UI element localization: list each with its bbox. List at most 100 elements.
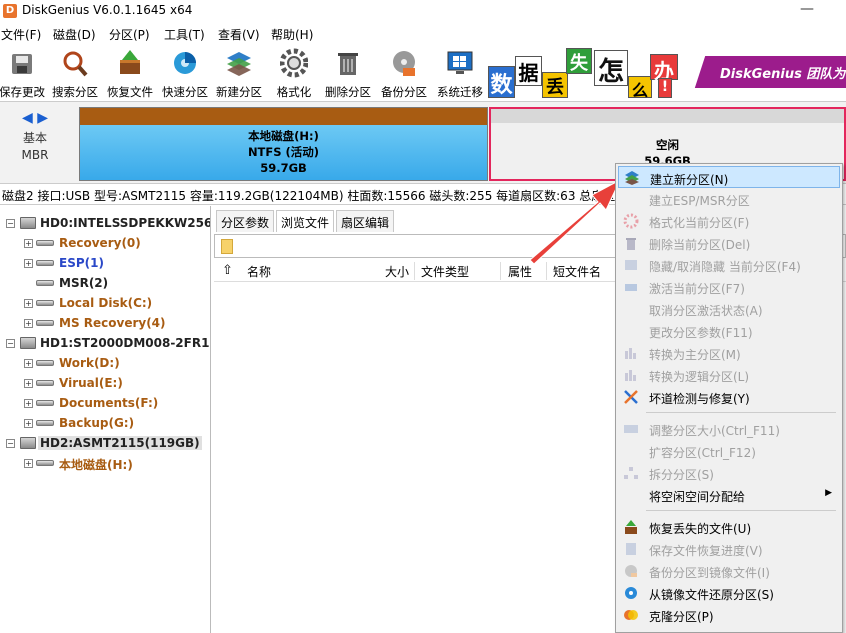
tab-sector-editor[interactable]: 扇区编辑	[336, 210, 395, 232]
menu-bad-sector-check[interactable]: 坏道检测与修复(Y)	[618, 386, 840, 408]
tab-partition-params[interactable]: 分区参数	[216, 210, 275, 232]
layers-icon	[227, 52, 251, 76]
new-partition-button[interactable]: 新建分区	[211, 48, 267, 100]
tree-item-recovery[interactable]: + Recovery(0)	[0, 234, 210, 254]
menu-extend-partition[interactable]: 扩容分区(Ctrl_F12)	[618, 440, 840, 462]
tree-item-documents-f[interactable]: + Documents(F:)	[0, 394, 210, 414]
recover-files-button[interactable]: 恢复文件	[102, 48, 158, 100]
banner-tile: 丢	[542, 72, 568, 98]
tree-item-local-disk-c[interactable]: + Local Disk(C:)	[0, 294, 210, 314]
resize-icon	[624, 425, 638, 433]
col-file-type[interactable]: 文件类型	[421, 263, 469, 280]
expand-toggle[interactable]: +	[24, 259, 33, 268]
menu-delete-partition[interactable]: 删除当前分区(Del)	[618, 232, 840, 254]
expand-toggle[interactable]: +	[24, 239, 33, 248]
app-logo-icon: D	[3, 4, 17, 18]
restore-icon	[625, 587, 637, 599]
tree-item-virual-e[interactable]: + Virual(E:)	[0, 374, 210, 394]
context-menu: 建立新分区(N) 建立ESP/MSR分区 格式化当前分区(F) 删除当前分区(D…	[615, 163, 843, 633]
tree-item-esp[interactable]: + ESP(1)	[0, 254, 210, 274]
title-bar: D DiskGenius V6.0.1.1645 x64 —	[0, 0, 846, 22]
hard-disk-icon	[20, 337, 36, 349]
up-arrow-icon[interactable]: ⇧	[222, 263, 233, 278]
col-attributes[interactable]: 属性	[508, 263, 532, 280]
search-partition-button[interactable]: 搜索分区	[47, 48, 103, 100]
menu-new-esp-msr[interactable]: 建立ESP/MSR分区	[618, 188, 840, 210]
tree-item-hd1[interactable]: − HD1:ST2000DM008-2FR102	[0, 334, 210, 354]
menu-tools[interactable]: 工具(T)	[164, 26, 205, 43]
menu-deactivate-partition[interactable]: 取消分区激活状态(A)	[618, 298, 840, 320]
banner-tile: !	[658, 78, 672, 98]
col-name[interactable]: 名称	[247, 263, 271, 280]
menu-activate-partition[interactable]: 激活当前分区(F7)	[618, 276, 840, 298]
col-short-name[interactable]: 短文件名	[553, 263, 601, 280]
clone-icon	[624, 610, 638, 620]
tree-item-ms-recovery[interactable]: + MS Recovery(4)	[0, 314, 210, 334]
menu-partition[interactable]: 分区(P)	[109, 26, 150, 43]
expand-toggle[interactable]: +	[24, 359, 33, 368]
tree-item-work-d[interactable]: + Work(D:)	[0, 354, 210, 374]
menu-convert-primary[interactable]: 转换为主分区(M)	[618, 342, 840, 364]
system-migration-button[interactable]: 系统迁移	[432, 48, 488, 100]
tree-item-hd2[interactable]: − HD2:ASMT2115(119GB)	[0, 434, 210, 454]
free-space-label: 空闲	[656, 138, 679, 152]
recover-box-icon	[625, 520, 637, 534]
expand-toggle[interactable]: +	[24, 419, 33, 428]
menu-backup-to-image[interactable]: 备份分区到镜像文件(I)	[618, 560, 840, 582]
minimize-button[interactable]: —	[800, 1, 814, 17]
expand-toggle[interactable]: +	[24, 319, 33, 328]
expand-toggle[interactable]: +	[24, 299, 33, 308]
menu-new-partition[interactable]: 建立新分区(N)	[618, 166, 840, 188]
menu-split-partition[interactable]: 拆分分区(S)	[618, 462, 840, 484]
menu-allocate-free-space[interactable]: 将空闲空间分配给 ▶	[618, 484, 840, 506]
backup-partition-button[interactable]: 备份分区	[376, 48, 432, 100]
menu-save-recovery-progress[interactable]: 保存文件恢复进度(V)	[618, 538, 840, 560]
partition-icon	[36, 360, 54, 366]
recover-box-icon	[120, 50, 140, 74]
menu-resize-partition[interactable]: 调整分区大小(Ctrl_F11)	[618, 418, 840, 440]
partition-fs: NTFS (活动)	[247, 145, 320, 159]
disk-tree: − HD0:INTELSSDPEKKW256G8 + Recovery(0) +…	[0, 206, 211, 633]
banner-tile: 据	[515, 56, 542, 86]
banner-tile: 么	[628, 76, 652, 100]
menu-hide-partition[interactable]: 隐藏/取消隐藏 当前分区(F4)	[618, 254, 840, 276]
hard-disk-icon	[20, 217, 36, 229]
delete-partition-button[interactable]: 删除分区	[320, 48, 376, 100]
collapse-toggle[interactable]: −	[6, 219, 15, 228]
menu-convert-logical[interactable]: 转换为逻辑分区(L)	[618, 364, 840, 386]
tree-item-msr[interactable]: MSR(2)	[0, 274, 210, 294]
promo-banner[interactable]: 数 据 丢 失 怎 么 办 ! DiskGenius 团队为	[486, 44, 846, 100]
expand-toggle[interactable]: +	[24, 399, 33, 408]
expand-toggle[interactable]: +	[24, 379, 33, 388]
menu-restore-from-image[interactable]: 从镜像文件还原分区(S)	[618, 582, 840, 604]
collapse-toggle[interactable]: −	[6, 339, 15, 348]
menu-recover-lost-files[interactable]: 恢复丢失的文件(U)	[618, 516, 840, 538]
partition-block-h[interactable]: 本地磁盘(H:) NTFS (活动) 59.7GB	[79, 107, 488, 181]
menu-format-partition[interactable]: 格式化当前分区(F)	[618, 210, 840, 232]
tab-browse-files[interactable]: 浏览文件	[276, 210, 335, 232]
logical-convert-icon	[625, 370, 636, 381]
menu-clone-partition[interactable]: 克隆分区(P)	[618, 604, 840, 626]
menu-change-params[interactable]: 更改分区参数(F11)	[618, 320, 840, 342]
menu-separator	[646, 412, 836, 413]
expand-toggle[interactable]: +	[24, 459, 33, 468]
quick-partition-disc-icon	[174, 52, 196, 74]
tree-item-backup-g[interactable]: + Backup(G:)	[0, 414, 210, 434]
window-title: DiskGenius V6.0.1.1645 x64	[22, 3, 193, 17]
banner-tile: 办	[650, 54, 678, 83]
trash-icon	[338, 53, 358, 75]
tree-item-hd0[interactable]: − HD0:INTELSSDPEKKW256G8	[0, 214, 210, 234]
menu-file[interactable]: 文件(F)	[1, 26, 41, 43]
disk-nav-arrows[interactable]: ◀ ▶	[22, 110, 48, 126]
gear-disc-icon	[280, 48, 308, 78]
menu-view[interactable]: 查看(V)	[218, 26, 260, 43]
tree-item-local-disk-h[interactable]: + 本地磁盘(H:)	[0, 454, 210, 474]
menu-help[interactable]: 帮助(H)	[271, 26, 313, 43]
partition-usage-bar	[80, 108, 487, 125]
backup-disc-icon	[625, 565, 637, 577]
col-size[interactable]: 大小	[385, 263, 409, 280]
activate-icon	[625, 284, 637, 291]
collapse-toggle[interactable]: −	[6, 439, 15, 448]
menu-disk[interactable]: 磁盘(D)	[53, 26, 96, 43]
backup-disc-icon	[393, 51, 415, 76]
